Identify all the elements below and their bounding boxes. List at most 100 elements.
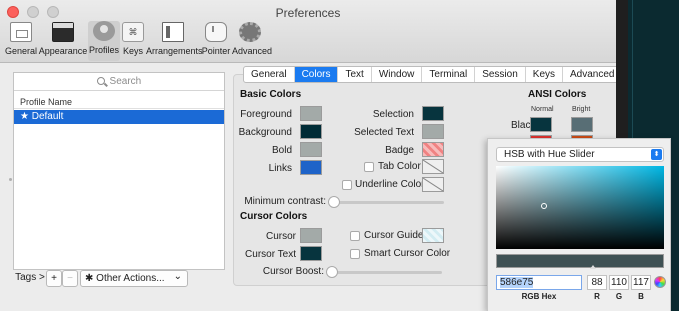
other-actions-menu[interactable]: ✱ Other Actions... ⌄ bbox=[80, 270, 188, 287]
arrangements-icon bbox=[162, 22, 184, 42]
cursor-label: Cursor bbox=[265, 231, 296, 242]
toolbar-keys[interactable]: ⌘ Keys bbox=[121, 22, 145, 62]
toolbar-appearance[interactable]: Appearance bbox=[38, 22, 88, 62]
ansi-colors-title: ANSI Colors bbox=[528, 89, 587, 100]
toolbar-appearance-label: Appearance bbox=[38, 46, 88, 56]
links-label: Links bbox=[268, 163, 292, 174]
empty-color-icon bbox=[422, 177, 444, 192]
cursor-boost-label: Cursor Boost: bbox=[262, 266, 324, 277]
badge-label: Badge bbox=[385, 145, 414, 156]
minimum-contrast-track[interactable] bbox=[334, 201, 444, 204]
toolbar-pointer-label: Pointer bbox=[201, 46, 231, 56]
mouse-icon bbox=[205, 22, 227, 42]
window-title: Preferences bbox=[275, 6, 341, 20]
saturation-brightness-field[interactable] bbox=[496, 166, 664, 249]
ansi-black-normal-swatch[interactable] bbox=[530, 117, 552, 132]
search-icon bbox=[96, 77, 105, 85]
cursor-guide-checkbox[interactable] bbox=[350, 231, 360, 241]
cursor-boost-track[interactable] bbox=[332, 271, 442, 274]
hex-value: 586e75 bbox=[500, 277, 534, 288]
toolbar-arrangements-label: Arrangements bbox=[146, 46, 203, 56]
bold-swatch[interactable] bbox=[300, 142, 322, 157]
green-input[interactable]: 110 bbox=[609, 275, 629, 290]
tab-advanced[interactable]: Advanced bbox=[563, 67, 621, 82]
blue-input[interactable]: 117 bbox=[631, 275, 651, 290]
cursor-text-swatch[interactable] bbox=[300, 246, 322, 261]
select-arrows-icon: ⬍ bbox=[651, 149, 662, 160]
tab-text[interactable]: Text bbox=[338, 67, 372, 82]
search-placeholder: Search bbox=[109, 76, 142, 87]
foreground-swatch[interactable] bbox=[300, 106, 322, 121]
selection-swatch[interactable] bbox=[422, 106, 444, 121]
underline-color-label: Underline Color bbox=[355, 179, 425, 190]
add-profile-button[interactable]: + bbox=[46, 270, 62, 287]
red-input[interactable]: 88 bbox=[587, 275, 607, 290]
tab-color-checkbox[interactable] bbox=[364, 162, 374, 172]
selected-text-label: Selected Text bbox=[354, 127, 414, 138]
general-icon bbox=[10, 22, 32, 42]
toolbar-advanced-label: Advanced bbox=[232, 46, 273, 56]
selection-label: Selection bbox=[372, 109, 414, 120]
tab-window[interactable]: Window bbox=[372, 67, 423, 82]
empty-color-icon bbox=[422, 159, 444, 174]
toolbar: Preferences General Appearance Profiles … bbox=[0, 0, 616, 63]
profile-list: Search Profile Name ★ Default bbox=[13, 72, 225, 270]
toolbar-general-label: General bbox=[4, 46, 38, 56]
color-picker: HSB with Hue Slider ⬍ 586e75 88 110 117 … bbox=[487, 138, 671, 311]
hue-slider[interactable] bbox=[496, 254, 664, 269]
badge-swatch[interactable] bbox=[422, 142, 444, 157]
picker-mode-select[interactable]: HSB with Hue Slider ⬍ bbox=[496, 147, 664, 162]
cursor-boost-knob[interactable] bbox=[326, 266, 338, 278]
picker-mode-value: HSB with Hue Slider bbox=[504, 149, 595, 160]
toolbar-pointer[interactable]: Pointer bbox=[201, 22, 231, 62]
search-field[interactable]: Search bbox=[14, 73, 224, 91]
color-cursor[interactable] bbox=[541, 203, 547, 209]
toolbar-general[interactable]: General bbox=[4, 22, 38, 62]
minimum-contrast-knob[interactable] bbox=[328, 196, 340, 208]
gear-icon bbox=[239, 22, 261, 42]
toolbar-arrangements[interactable]: Arrangements bbox=[146, 22, 203, 62]
profiles-icon bbox=[93, 21, 115, 41]
smart-cursor-checkbox[interactable] bbox=[350, 249, 360, 259]
color-wheel-icon[interactable] bbox=[654, 276, 666, 288]
profile-tabs: General Colors Text Window Terminal Sess… bbox=[243, 66, 623, 83]
tab-session[interactable]: Session bbox=[475, 67, 526, 82]
chevron-down-icon: ⌄ bbox=[173, 271, 182, 282]
profile-row-default[interactable]: ★ Default bbox=[14, 110, 224, 124]
ansi-black-bright-swatch[interactable] bbox=[571, 117, 593, 132]
tab-general[interactable]: General bbox=[244, 67, 295, 82]
appearance-icon bbox=[52, 22, 74, 42]
cursor-guide-swatch[interactable] bbox=[422, 228, 444, 243]
ansi-bright-label: Bright bbox=[572, 106, 591, 113]
cursor-swatch[interactable] bbox=[300, 228, 322, 243]
toolbar-advanced[interactable]: Advanced bbox=[232, 22, 273, 62]
smart-cursor-label: Smart Cursor Color bbox=[364, 248, 451, 259]
splitter-handle[interactable] bbox=[9, 178, 12, 181]
cursor-colors-title: Cursor Colors bbox=[240, 211, 308, 222]
links-swatch[interactable] bbox=[300, 160, 322, 175]
keyboard-icon: ⌘ bbox=[122, 22, 144, 42]
tab-color-swatch[interactable] bbox=[422, 159, 444, 174]
remove-profile-button[interactable]: − bbox=[62, 270, 78, 287]
profile-name-header[interactable]: Profile Name bbox=[14, 95, 224, 109]
bold-label: Bold bbox=[271, 145, 292, 156]
selected-text-swatch[interactable] bbox=[422, 124, 444, 139]
other-actions-label: Other Actions... bbox=[96, 273, 165, 284]
tab-terminal[interactable]: Terminal bbox=[422, 67, 476, 82]
background-swatch[interactable] bbox=[300, 124, 322, 139]
b-label: B bbox=[638, 292, 644, 301]
hue-slider-knob[interactable] bbox=[590, 265, 596, 269]
foreground-label: Foreground bbox=[240, 109, 292, 120]
toolbar-profiles[interactable]: Profiles bbox=[88, 21, 120, 61]
r-label: R bbox=[594, 292, 600, 301]
hex-input[interactable]: 586e75 bbox=[496, 275, 582, 290]
underline-color-checkbox[interactable] bbox=[342, 180, 352, 190]
tab-colors[interactable]: Colors bbox=[294, 67, 339, 82]
cursor-guide-label: Cursor Guide bbox=[364, 230, 424, 241]
background-label: Background bbox=[238, 127, 292, 138]
underline-color-swatch[interactable] bbox=[422, 177, 444, 192]
tab-keys[interactable]: Keys bbox=[526, 67, 564, 82]
tags-button[interactable]: Tags > bbox=[13, 270, 47, 287]
basic-colors-title: Basic Colors bbox=[240, 89, 302, 100]
cursor-text-label: Cursor Text bbox=[245, 249, 296, 260]
